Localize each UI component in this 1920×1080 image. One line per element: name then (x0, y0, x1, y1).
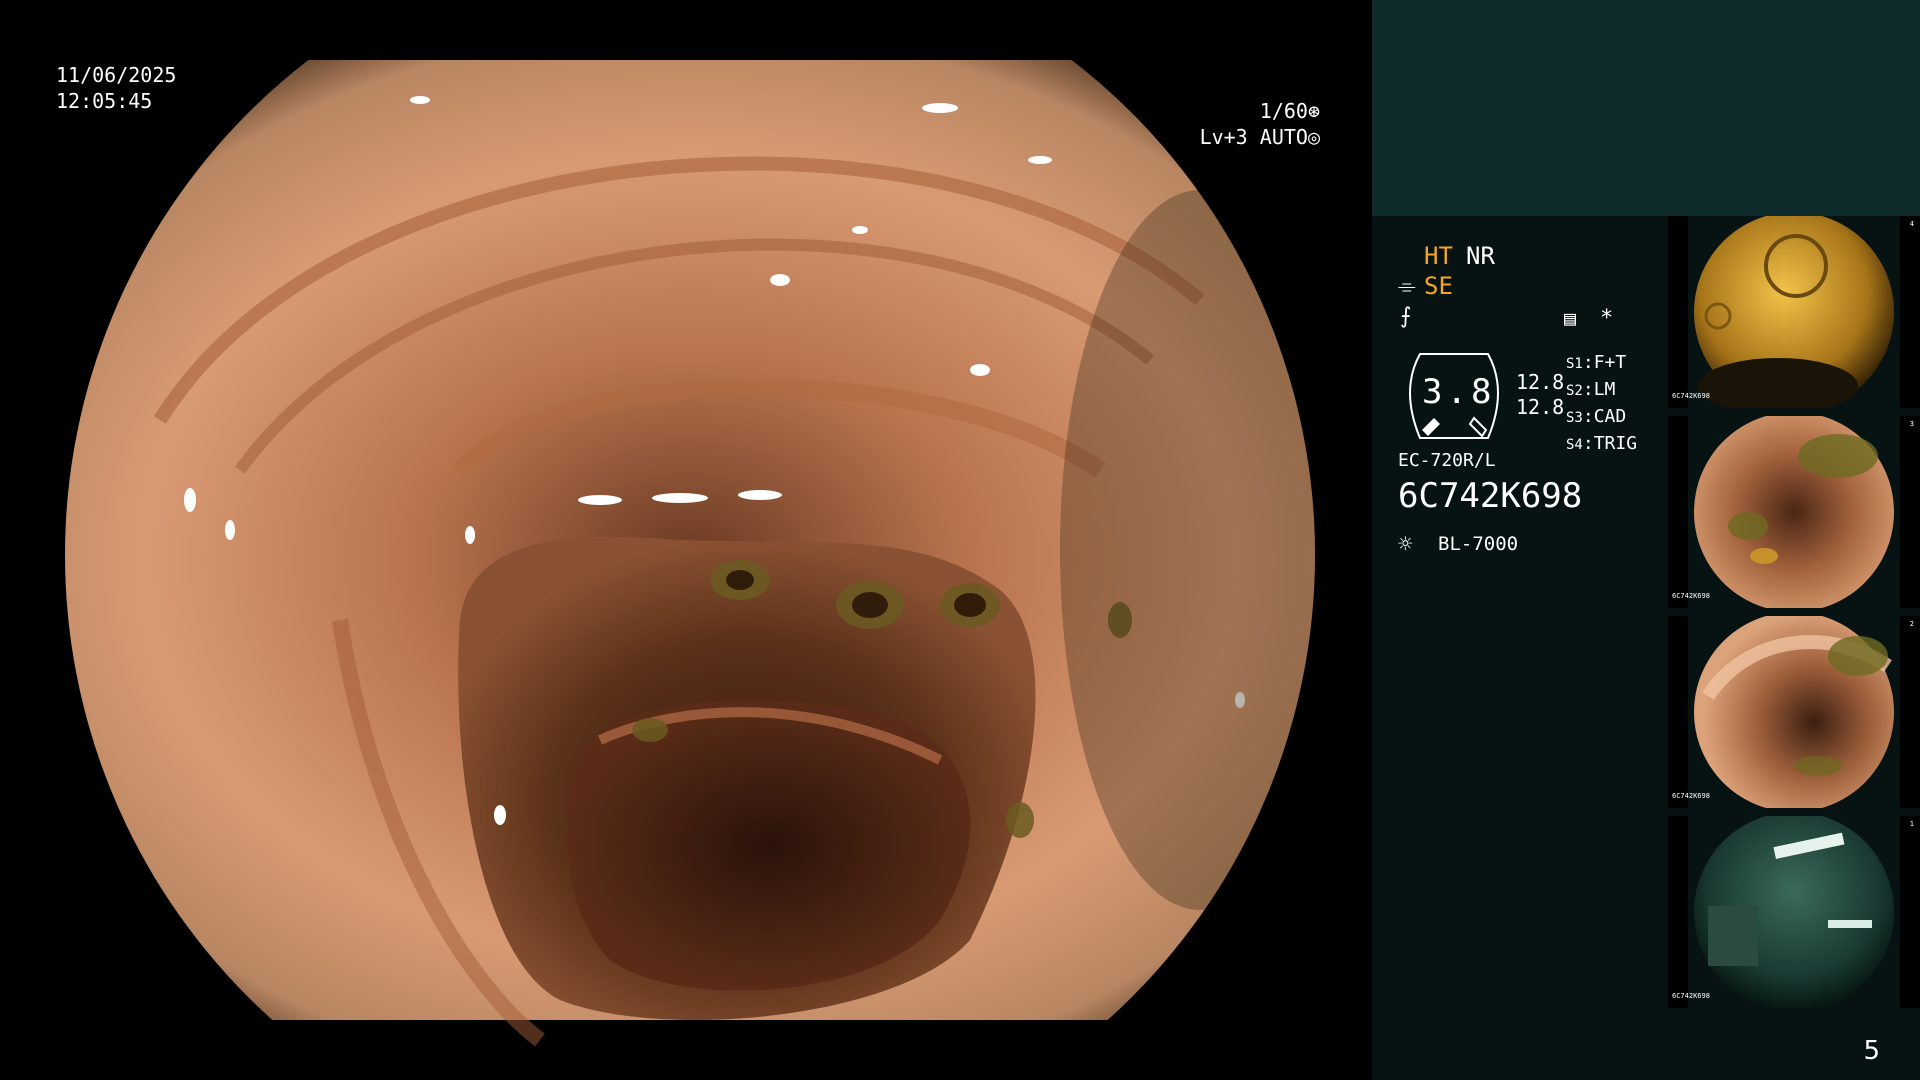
endoscopic-image (65, 60, 1315, 1047)
switch-list: S1:F+T S2:LM S3:CAD S4:TRIG (1566, 352, 1638, 454)
gauge-top-value: 12.8 (1516, 370, 1565, 394)
thumbnail-image (1668, 816, 1920, 1008)
nr-label: NR (1466, 242, 1495, 270)
switch-value: LM (1593, 379, 1616, 400)
thumbnail-counter: 3 (1909, 420, 1914, 428)
page-number: 5 (1863, 1036, 1880, 1066)
thumbnail[interactable]: 6C742K698 4 (1668, 216, 1920, 408)
se-label: SE (1424, 272, 1453, 300)
info-panel-header (1372, 0, 1920, 216)
thumbnail-strip: 6C742K698 4 6C742K698 3 6C742K698 2 6C74… (1668, 216, 1920, 1016)
gauge-value: 3.8 (1422, 372, 1496, 412)
color-icon: ⨍ (1400, 304, 1412, 329)
thumbnail-image (1668, 416, 1920, 608)
switch-key: S2 (1566, 383, 1583, 399)
switch-key: S1 (1566, 356, 1583, 372)
switch-value: CAD (1593, 406, 1627, 427)
thumbnail-label: 6C742K698 (1672, 992, 1710, 1000)
enhance-icon: ⌯ (1398, 274, 1416, 299)
thumbnail-counter: 4 (1909, 220, 1914, 228)
light-source-icon: ☼ (1398, 530, 1413, 558)
endoscope-view: 11/06/2025 12:05:45 1/60⊛ Lv+3 AUTO◎ (0, 0, 1372, 1080)
thumbnail[interactable]: 6C742K698 2 (1668, 616, 1920, 808)
thumbnail-image (1668, 216, 1920, 408)
datetime: 11/06/2025 12:05:45 (56, 62, 176, 114)
switch-key: S3 (1566, 410, 1583, 426)
iris-icon: ◎ (1307, 125, 1320, 149)
thumbnail-image (1668, 616, 1920, 808)
exposure-info: 1/60⊛ Lv+3 AUTO◎ (1200, 98, 1320, 150)
switch-value: TRIG (1593, 433, 1638, 454)
scope-serial: 6C742K698 (1398, 476, 1583, 516)
thumbnail-label: 6C742K698 (1672, 592, 1710, 600)
scope-model: EC-720R/L (1398, 450, 1496, 471)
time-text: 12:05:45 (56, 89, 153, 113)
shutter-icon: ⊛ (1307, 99, 1320, 123)
light-source-label: BL-7000 (1438, 533, 1519, 555)
thumbnail[interactable]: 6C742K698 3 (1668, 416, 1920, 608)
asterisk-label: * (1600, 306, 1614, 331)
thumbnail[interactable]: 6C742K698 1 (1668, 816, 1920, 1008)
shutter-text: 1/60 (1259, 99, 1308, 123)
thumbnail-label: 6C742K698 (1672, 792, 1710, 800)
switch-key: S4 (1566, 437, 1583, 453)
thumbnail-counter: 1 (1909, 820, 1914, 828)
ht-label: HT (1424, 242, 1453, 270)
gauge-bottom-value: 12.8 (1516, 395, 1565, 419)
date-text: 11/06/2025 (56, 63, 177, 87)
level-text: Lv+3 (1199, 125, 1248, 149)
thumbnail-label: 6C742K698 (1672, 392, 1710, 400)
menu-icon: ▤ (1564, 306, 1577, 330)
mode-text: AUTO (1259, 125, 1308, 149)
status-block: HT NR ⌯ SE ⨍ ▤ * 3.8 12.8 12.8 S1:F+T S2… (1398, 240, 1688, 570)
switch-value: F+T (1593, 352, 1627, 373)
thumbnail-counter: 2 (1909, 620, 1914, 628)
